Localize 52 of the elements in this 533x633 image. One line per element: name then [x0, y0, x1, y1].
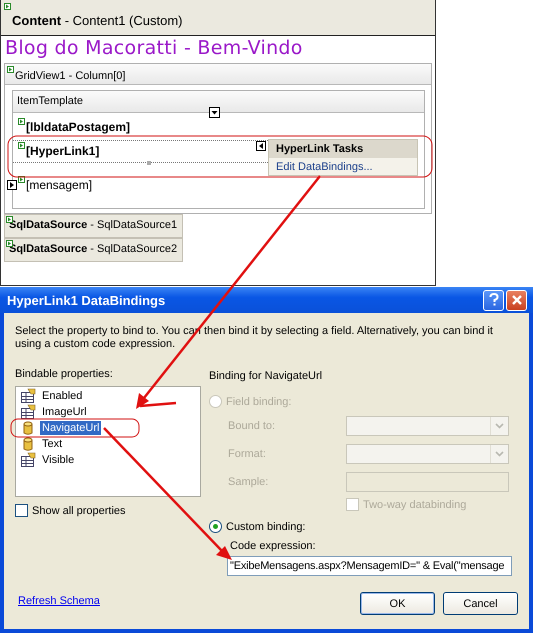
collapse-icon — [256, 141, 266, 151]
field-label: Bound to: — [227, 420, 276, 432]
radio-label: Custom binding: — [226, 520, 306, 532]
property-item[interactable]: Text — [40, 437, 64, 451]
dropdown-field[interactable] — [346, 416, 509, 436]
refresh-schema-link[interactable]: Refresh Schema — [18, 595, 206, 607]
bound-field[interactable]: [HyperLink1] — [26, 144, 100, 159]
bound-field[interactable]: [lbldataPostagem] — [26, 120, 130, 135]
property-icon — [20, 452, 36, 468]
edit-databindings-link[interactable]: Edit DataBindings... — [269, 158, 417, 173]
radio-label: Field binding: — [226, 396, 292, 408]
smart-tag-icon — [7, 180, 17, 190]
close-button[interactable] — [506, 290, 527, 310]
dropdown-icon — [209, 107, 220, 118]
checkbox[interactable] — [15, 504, 28, 517]
chevron-icon — [495, 451, 504, 457]
tag-icon — [7, 66, 14, 73]
content-title: Content - Content1 (Custom) — [12, 13, 182, 28]
checkbox-label: Two-way databinding — [363, 498, 466, 510]
help-icon — [488, 293, 500, 307]
dialog-button[interactable]: Cancel — [443, 592, 518, 615]
chevron-icon — [495, 423, 504, 429]
list-label: Bindable properties: — [15, 368, 114, 382]
gridview-title: GridView1 - Column[0] — [15, 69, 126, 82]
panel-title: HyperLink Tasks — [269, 140, 417, 158]
section-label: Binding for NavigateUrl — [209, 370, 324, 384]
property-item[interactable]: NavigateUrl — [40, 421, 102, 435]
dropdown-field[interactable] — [346, 444, 509, 464]
field-label: Code expression: — [230, 540, 317, 552]
tag-icon — [18, 118, 25, 125]
datasource-title: SqlDataSource - SqlDataSource1 — [9, 219, 178, 231]
template-title: ItemTemplate — [17, 95, 84, 107]
code-expression-field[interactable]: "ExibeMensagens.aspx?MensagemID=" & Eval("mensage — [227, 556, 512, 576]
property-item[interactable]: Visible — [40, 453, 76, 467]
tag-icon — [4, 3, 11, 10]
property-item[interactable]: ImageUrl — [40, 405, 89, 419]
property-item[interactable]: Enabled — [40, 389, 84, 403]
field-label: Format: — [227, 448, 267, 460]
resize-handle[interactable] — [147, 161, 151, 165]
input-field[interactable] — [346, 472, 509, 492]
window-title: HyperLink1 DataBindings — [7, 292, 166, 308]
close-icon — [510, 294, 522, 306]
tag-icon — [18, 142, 25, 149]
bound-field[interactable]: [mensagem] — [26, 178, 92, 193]
help-button[interactable] — [483, 290, 504, 310]
checkbox-label: Show all properties — [32, 504, 126, 516]
datasource-title: SqlDataSource - SqlDataSource2 — [9, 243, 178, 255]
field-label: Sample: — [227, 476, 270, 488]
property-icon — [20, 404, 36, 420]
dialog-button[interactable]: OK — [360, 592, 435, 615]
radio-button[interactable] — [209, 520, 222, 533]
page-heading: Blog do Macoratti - Bem-Vindo — [4, 36, 304, 61]
